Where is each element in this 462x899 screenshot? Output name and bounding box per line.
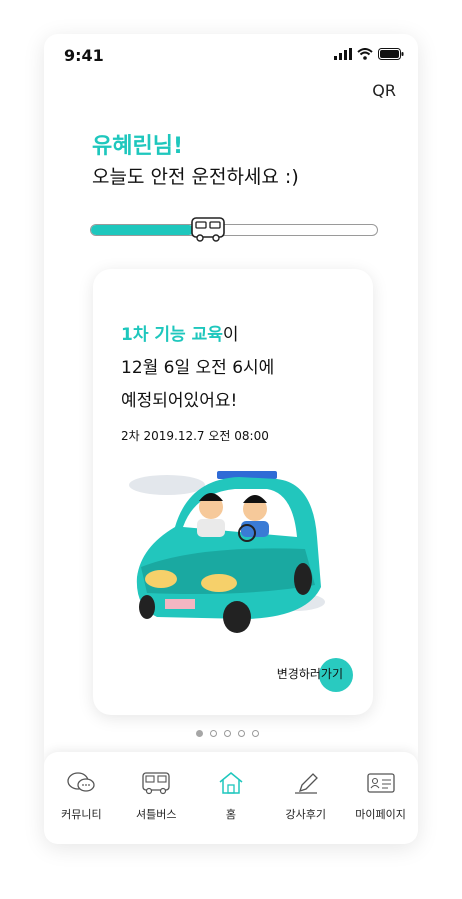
- status-bar: 9:41: [44, 34, 418, 74]
- change-schedule-link[interactable]: 변경하러가기: [277, 665, 343, 682]
- page-dot[interactable]: [238, 730, 245, 737]
- tab-my-page-label: 마이페이지: [355, 808, 406, 821]
- bottom-tab-bar: 커뮤니티 셔틀버스 홈 강사후기 마이페이지: [44, 752, 418, 844]
- training-progress-bar: [90, 224, 378, 236]
- tab-community[interactable]: 커뮤니티: [44, 752, 119, 844]
- tab-community-label: 커뮤니티: [61, 808, 102, 821]
- schedule-title-suffix: 이: [222, 325, 239, 345]
- next-schedule-text: 2차 2019.12.7 오전 08:00: [121, 429, 269, 443]
- home-icon: [219, 772, 243, 794]
- schedule-title-line2: 12월 6일 오전 6시에: [121, 358, 275, 378]
- chat-icon: [67, 772, 96, 792]
- status-time: 9:41: [64, 46, 104, 65]
- tab-shuttle-bus[interactable]: 셔틀버스: [119, 752, 194, 844]
- tab-home[interactable]: 홈: [194, 752, 269, 844]
- page-dot[interactable]: [224, 730, 231, 737]
- wifi-icon: [357, 48, 373, 60]
- schedule-title-accent: 1차 기능 교육: [121, 325, 223, 345]
- bus-progress-marker-icon: [191, 217, 225, 242]
- tab-my-page[interactable]: 마이페이지: [343, 752, 418, 844]
- id-card-icon: [366, 773, 395, 793]
- page-indicator: [196, 730, 259, 737]
- bus-icon: [142, 772, 170, 795]
- qr-button[interactable]: QR: [372, 81, 396, 100]
- tab-shuttle-bus-label: 셔틀버스: [135, 808, 177, 821]
- status-icons: [334, 48, 404, 60]
- page-dot[interactable]: [210, 730, 217, 737]
- progress-fill: [91, 225, 194, 235]
- greeting-name: 유혜린님!: [92, 134, 183, 159]
- schedule-card: 1차 기능 교육이 12월 6일 오전 6시에 예정되어있어요! 2차 2019…: [93, 269, 373, 715]
- schedule-title-line3: 예정되어있어요!: [121, 391, 238, 411]
- pencil-icon: [294, 773, 318, 794]
- tab-instructor-review[interactable]: 강사후기: [268, 752, 343, 844]
- tab-instructor-review-label: 강사후기: [285, 808, 327, 821]
- signal-icon: [334, 48, 352, 60]
- battery-icon: [378, 48, 404, 60]
- greeting-message: 오늘도 안전 운전하세요 :): [92, 166, 299, 188]
- car-illustration: [129, 471, 325, 633]
- tab-home-label: 홈: [225, 808, 237, 821]
- page-dot[interactable]: [252, 730, 259, 737]
- phone-screen: 9:41 QR 유혜린님! 오늘도 안전 운전하세요 :) 1차 기능 교육이 …: [44, 34, 418, 844]
- page-dot[interactable]: [196, 730, 203, 737]
- schedule-title: 1차 기능 교육이 12월 6일 오전 6시에 예정되어있어요!: [121, 319, 361, 418]
